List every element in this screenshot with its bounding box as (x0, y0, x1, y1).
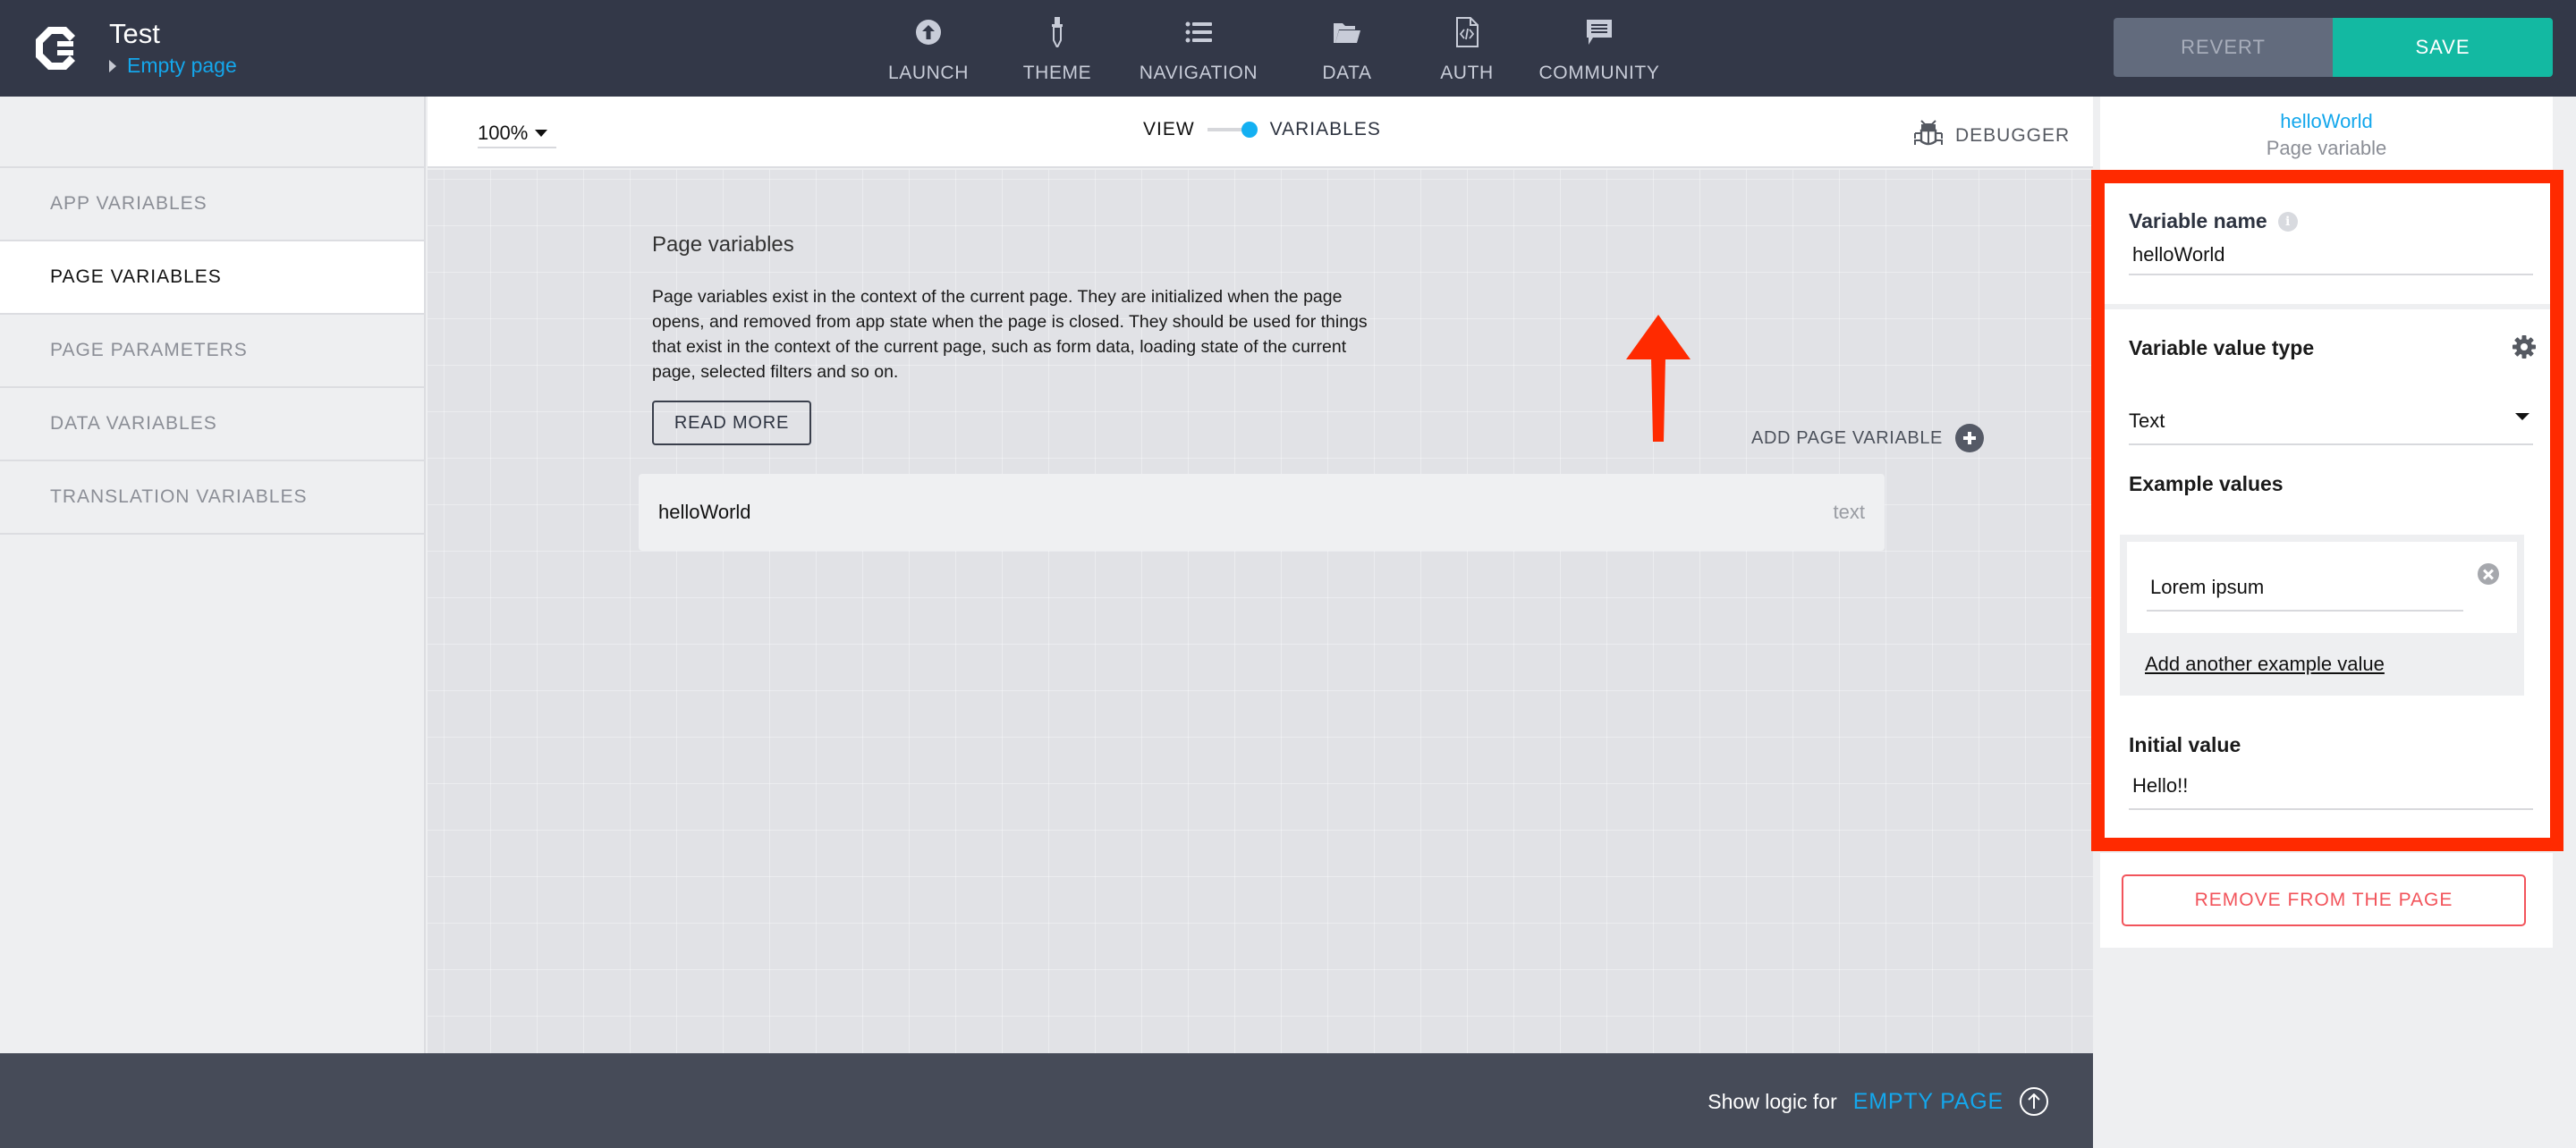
plus-circle-icon (1955, 424, 1984, 452)
save-revert-group: REVERT SAVE (2114, 18, 2553, 77)
canvas-toolbar: 100% VIEW VARIABLES DEBUGGER (428, 97, 2093, 168)
example-value-item: Lorem ipsum (2127, 542, 2517, 633)
zoom-select[interactable]: 100% (478, 122, 556, 148)
variable-row-name: helloWorld (658, 501, 751, 523)
toggle-knob (1241, 122, 1258, 138)
view-variables-toggle: VIEW VARIABLES (1143, 116, 1381, 143)
code-file-icon (1449, 17, 1485, 47)
gear-icon[interactable] (2512, 334, 2537, 364)
show-logic-page-link[interactable]: EMPTY PAGE (1853, 1089, 2004, 1115)
variable-properties-panel: helloWorld Page variable Variable name i… (2093, 97, 2576, 1148)
sidebar-item-app-variables[interactable]: APP VARIABLES (0, 168, 424, 241)
nav-auth[interactable]: AUTH (1413, 0, 1521, 97)
variable-name-label: Variable name (2129, 209, 2267, 232)
top-bar: Test Empty page LAUNCH THEME NAVIGATION (0, 0, 2576, 97)
sidebar-item-translation-variables[interactable]: TRANSLATION VARIABLES (0, 461, 424, 535)
variable-row-type: text (1833, 501, 1865, 523)
info-icon[interactable]: i (2277, 211, 2298, 232)
variables-sidebar: APP VARIABLES PAGE VARIABLES PAGE PARAME… (0, 97, 426, 1053)
arrow-up-circle-icon[interactable] (2020, 1087, 2048, 1116)
main-nav: LAUNCH THEME NAVIGATION DATA AUTH COMMUN… (859, 0, 1678, 97)
read-more-button[interactable]: READ MORE (652, 401, 811, 445)
folder-icon (1329, 18, 1365, 46)
app-title: Test (109, 18, 160, 49)
nav-navigation[interactable]: NAVIGATION (1116, 0, 1281, 97)
breadcrumb[interactable]: Empty page (109, 54, 237, 78)
panel-variable-kind: Page variable (2266, 137, 2387, 159)
caret-down-icon (2515, 413, 2529, 420)
sidebar-item-page-parameters[interactable]: PAGE PARAMETERS (0, 315, 424, 388)
show-logic-label: Show logic for (1707, 1089, 1837, 1113)
panel-variable-name: helloWorld (2280, 110, 2373, 132)
variable-row[interactable]: helloWorld text (639, 474, 1885, 551)
annotation-arrow-icon (1626, 315, 1690, 442)
remove-card: REMOVE FROM THE PAGE (2100, 853, 2553, 948)
toggle-label-variables[interactable]: VARIABLES (1270, 119, 1381, 140)
toggle-switch[interactable] (1207, 116, 1258, 143)
section-title: Page variables (652, 232, 794, 257)
debugger-button[interactable]: DEBUGGER (1914, 120, 2070, 151)
initial-value-input[interactable]: Hello!! (2129, 774, 2533, 810)
toggle-label-view[interactable]: VIEW (1143, 119, 1195, 140)
add-page-variable-button[interactable]: ADD PAGE VARIABLE (1751, 424, 1984, 452)
chat-bubble-icon (1581, 18, 1617, 46)
show-logic: Show logic for EMPTY PAGE (1707, 1087, 2048, 1116)
initial-value-label: Initial value (2129, 733, 2241, 756)
nav-theme[interactable]: THEME (998, 0, 1116, 97)
variable-name-card: Variable name i helloWorld (2100, 182, 2553, 304)
example-value-input[interactable]: Lorem ipsum (2147, 576, 2463, 612)
remove-from-page-button[interactable]: REMOVE FROM THE PAGE (2122, 874, 2526, 926)
caret-down-icon (535, 130, 548, 137)
bug-icon (1914, 120, 1943, 151)
sidebar-item-page-variables[interactable]: PAGE VARIABLES (0, 241, 424, 315)
bottom-bar: Show logic for EMPTY PAGE (0, 1053, 2093, 1148)
breadcrumb-page[interactable]: Empty page (127, 54, 237, 78)
eyedropper-icon (1039, 17, 1075, 47)
list-icon (1181, 18, 1216, 46)
revert-button[interactable]: REVERT (2114, 18, 2333, 77)
variable-name-input[interactable]: helloWorld (2129, 243, 2533, 275)
caret-right-icon (109, 59, 116, 72)
section-description: Page variables exist in the context of t… (652, 287, 1368, 382)
variable-value-card: Variable value type Text Example values … (2100, 309, 2553, 846)
nav-data[interactable]: DATA (1281, 0, 1413, 97)
launch-upload-circle-icon (911, 18, 946, 46)
app-logo-icon[interactable] (34, 25, 80, 72)
value-type-label: Variable value type (2129, 336, 2315, 359)
example-values-label: Example values (2129, 472, 2284, 495)
canvas-area: Page variables Page variables exist in t… (428, 170, 2093, 1053)
nav-launch[interactable]: LAUNCH (859, 0, 998, 97)
example-values-box: Lorem ipsum Add another example value (2120, 535, 2524, 696)
zoom-value: 100% (478, 122, 529, 144)
panel-header: helloWorld Page variable (2100, 97, 2553, 170)
save-button[interactable]: SAVE (2333, 18, 2553, 77)
add-example-value-link[interactable]: Add another example value (2145, 653, 2385, 676)
sidebar-item-data-variables[interactable]: DATA VARIABLES (0, 388, 424, 461)
nav-community[interactable]: COMMUNITY (1521, 0, 1678, 97)
clear-circle-icon[interactable] (2478, 563, 2499, 585)
value-type-select[interactable]: Text (2129, 402, 2533, 445)
